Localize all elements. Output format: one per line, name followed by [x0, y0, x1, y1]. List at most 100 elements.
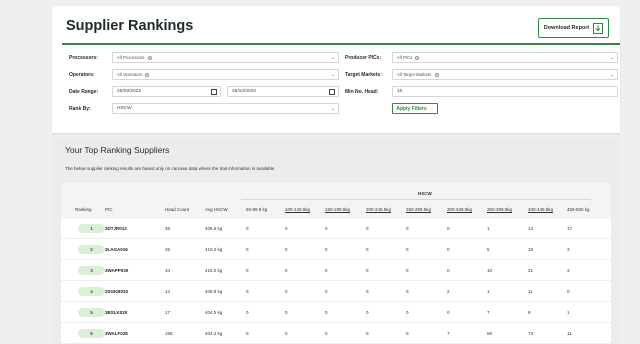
weight-bin-cell: 0: [366, 331, 369, 336]
table-row[interactable]: 3 3WAPP030 34 415.0 kg 0 0 0 0 0 0 10 21 3: [61, 261, 611, 281]
apply-filters-button[interactable]: Apply Filters →: [392, 103, 438, 114]
download-icon: [593, 22, 604, 34]
head-count-cell: 34: [165, 268, 171, 273]
rank-badge: 6: [78, 329, 105, 338]
col-header-bin-400[interactable]: 400-449.5kg: [528, 207, 553, 212]
chevron-down-icon: ⌄: [330, 106, 335, 112]
title-divider: [62, 43, 620, 45]
hscw-group-header: HSCW: [418, 191, 432, 196]
rankings-table: HSCW Ranking PIC Head Count Avg HSCW 50-…: [61, 183, 611, 344]
head-count-cell: 158: [165, 331, 173, 336]
producer-pics-chip-label: All PICs: [397, 55, 413, 60]
pic-cell: 3SGKB033: [105, 289, 129, 294]
weight-bin-cell: 10: [487, 268, 493, 273]
weight-bin-cell: 0: [406, 310, 409, 315]
weight-bin-cell: 0: [325, 289, 328, 294]
col-header-bin-300[interactable]: 300-349.5kg: [447, 207, 472, 212]
target-markets-chip-label: All Target Markets: [397, 72, 432, 77]
weight-bin-cell: 0: [447, 226, 450, 231]
weight-bin-cell: 73: [528, 331, 534, 336]
target-markets-chip: All Target Markets ×: [397, 72, 439, 77]
results-panel: Your Top Ranking Suppliers The below sup…: [52, 138, 620, 344]
col-header-avg-hscw[interactable]: Avg HSCW: [205, 207, 228, 212]
weight-bin-cell: 0: [285, 268, 288, 273]
weight-bin-cell: 0: [246, 289, 249, 294]
avg-hscw-cell: 410.2 kg: [205, 247, 223, 252]
table-row[interactable]: 4 3SGKB033 14 408.9 kg 0 0 0 0 0 2 1 11 0: [61, 282, 611, 302]
download-report-button[interactable]: Download Report: [538, 18, 609, 38]
chip-remove-icon[interactable]: ×: [147, 55, 152, 60]
weight-bin-cell: 0: [447, 268, 450, 273]
weight-bin-cell: 0: [246, 247, 249, 252]
date-range-label: Date Range:: [69, 88, 99, 95]
weight-bin-cell: 17: [567, 226, 573, 231]
col-header-bin-250[interactable]: 250-299.5kg: [406, 207, 431, 212]
col-header-bin-50[interactable]: 50-99.5 kg: [246, 207, 267, 212]
operators-label: Operators:: [69, 71, 95, 78]
operators-chip: All Operators ×: [117, 72, 150, 77]
chip-remove-icon[interactable]: ×: [415, 55, 420, 60]
min-head-label: Min No. Head:: [345, 88, 379, 95]
col-header-bin-350[interactable]: 350-399.5kg: [487, 207, 512, 212]
rank-badge: 4: [78, 287, 105, 296]
producer-pics-select[interactable]: All PICs × ⌄: [392, 52, 618, 63]
head-count-cell: 17: [165, 310, 171, 315]
date-range-filter: Date Range: 25/09/2022 25/10/2022: [68, 86, 339, 97]
date-to-input[interactable]: 25/10/2022: [227, 86, 339, 97]
calendar-icon[interactable]: [211, 89, 217, 95]
pic-cell: 3DTJR012: [105, 226, 127, 231]
avg-hscw-cell: 404.5 kg: [205, 310, 223, 315]
weight-bin-cell: 21: [528, 268, 534, 273]
operators-chip-label: All Operators: [117, 72, 143, 77]
col-header-bin-450[interactable]: 450-500 kg: [567, 207, 590, 212]
weight-bin-cell: 1: [487, 289, 490, 294]
weight-bin-cell: 1: [487, 226, 490, 231]
weight-bin-cell: 0: [246, 226, 249, 231]
date-to-value: 25/10/2022: [232, 89, 257, 94]
processors-select[interactable]: All Processors × ⌄: [112, 52, 339, 63]
operators-select[interactable]: All Operators × ⌄: [112, 69, 339, 80]
weight-bin-cell: 0: [285, 226, 288, 231]
col-header-bin-150[interactable]: 150-199.5kg: [325, 207, 350, 212]
table-row[interactable]: 5 3BSLK020 17 404.5 kg 0 0 0 0 0 0 7 9 1: [61, 303, 611, 323]
rank-by-select[interactable]: HSCW ⌄: [112, 103, 339, 114]
col-header-head-count[interactable]: Head Count: [165, 207, 189, 212]
target-markets-select[interactable]: All Target Markets × ⌄: [392, 69, 618, 80]
weight-bin-cell: 0: [366, 247, 369, 252]
table-row[interactable]: 2 3LAGA016 26 410.2 kg 0 0 0 0 0 0 5 18 3: [61, 240, 611, 260]
weight-bin-cell: 0: [366, 268, 369, 273]
chip-remove-icon[interactable]: ×: [145, 72, 150, 77]
chevron-down-icon: ⌄: [330, 72, 335, 78]
col-header-ranking[interactable]: Ranking: [75, 207, 92, 212]
table-row[interactable]: 1 3DTJR012 35 405.6 kg 0 0 0 0 0 0 1 14 17: [61, 219, 611, 239]
col-header-pic[interactable]: PIC: [105, 207, 113, 212]
chevron-down-icon: ⌄: [609, 72, 614, 78]
weight-bin-cell: 9: [528, 310, 531, 315]
date-from-input[interactable]: 25/09/2022: [112, 86, 221, 97]
min-head-input[interactable]: 10: [392, 86, 618, 97]
weight-bin-cell: 0: [246, 331, 249, 336]
weight-bin-cell: 0: [325, 310, 328, 315]
weight-bin-cell: 5: [487, 247, 490, 252]
processors-label: Processors:: [69, 54, 98, 61]
weight-bin-cell: 0: [447, 247, 450, 252]
rank-badge: 3: [78, 266, 105, 275]
pic-cell: 3LAGA016: [105, 247, 128, 252]
calendar-icon[interactable]: [329, 89, 335, 95]
rank-badge: 2: [78, 245, 105, 254]
chip-remove-icon[interactable]: ×: [434, 72, 439, 77]
col-header-bin-100[interactable]: 100-149.5kg: [285, 207, 310, 212]
operators-filter: Operators: All Operators × ⌄: [68, 69, 339, 80]
weight-bin-cell: 0: [325, 247, 328, 252]
weight-bin-cell: 3: [567, 268, 570, 273]
head-count-cell: 14: [165, 289, 171, 294]
weight-bin-cell: 11: [567, 331, 572, 336]
pic-cell: 3WAPP030: [105, 268, 129, 273]
table-row[interactable]: 6 3WALF028 158 404.2 kg 0 0 0 0 0 7 68 73 11: [61, 324, 611, 344]
arrow-right-icon: →: [428, 105, 434, 112]
table-header: [61, 183, 611, 219]
apply-row: Apply Filters →: [392, 103, 438, 114]
col-header-bin-200[interactable]: 200-249.5kg: [366, 207, 391, 212]
date-from-value: 25/09/2022: [117, 89, 142, 94]
processors-chip-label: All Processors: [117, 55, 145, 60]
